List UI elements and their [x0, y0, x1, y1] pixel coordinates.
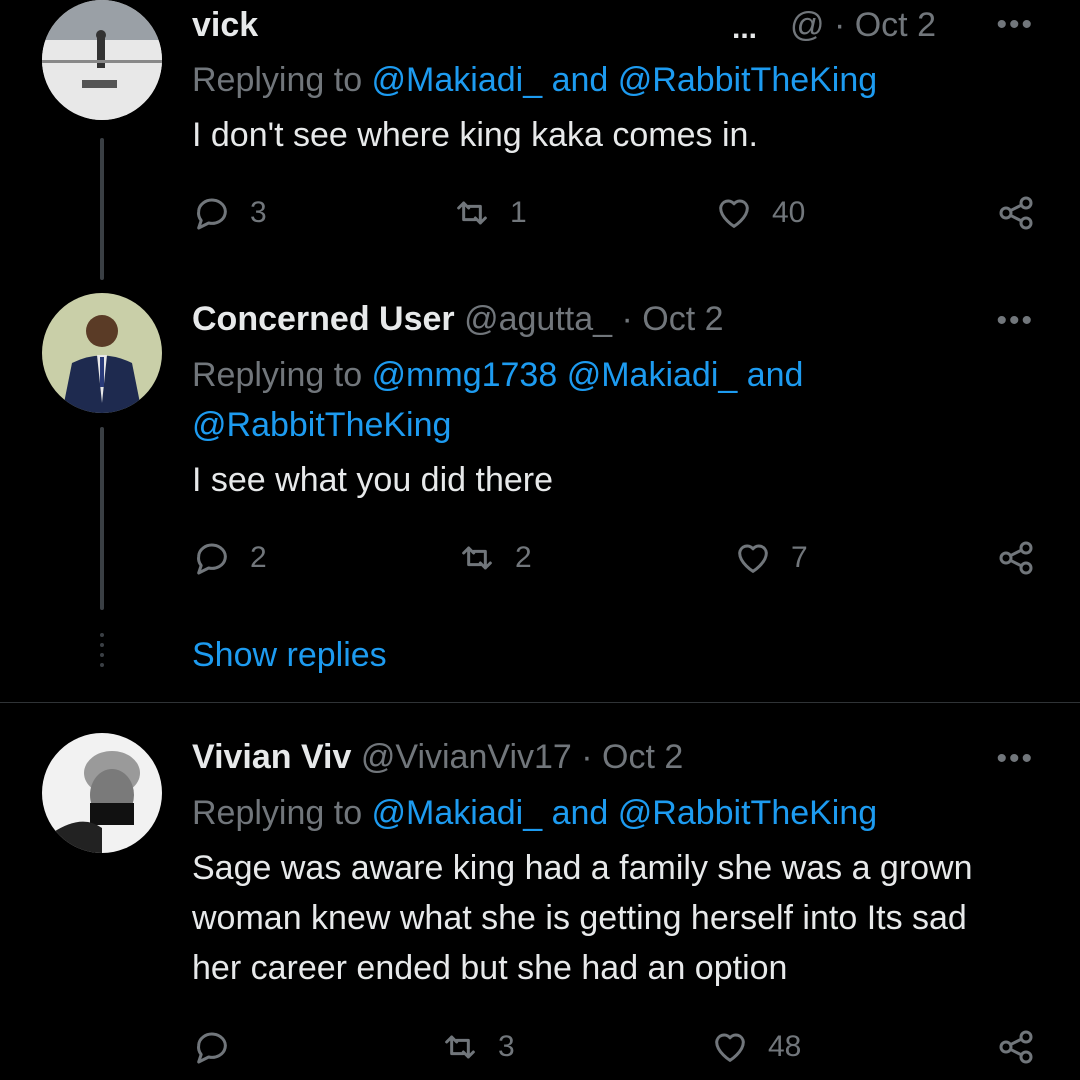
- like-count: 40: [772, 196, 806, 229]
- like-button[interactable]: 48: [710, 1027, 801, 1067]
- reply-context: Replying to @Makiadi_ and @RabbitTheKing: [192, 60, 877, 100]
- tweet-text-line: woman knew what she is getting herself i…: [192, 899, 967, 937]
- heart-icon: [719, 199, 749, 228]
- tweet-text-line: her career ended but she had an option: [192, 949, 788, 987]
- reply-button[interactable]: 2: [192, 538, 267, 578]
- avatar-boxing-photo: [42, 0, 162, 120]
- author-handle[interactable]: @VivianViv17: [361, 738, 572, 776]
- reply-icon: [197, 543, 227, 575]
- avatar-concerned-user[interactable]: [42, 293, 162, 413]
- avatar-vick[interactable]: [42, 0, 162, 120]
- show-replies-link[interactable]: Show replies: [192, 635, 387, 675]
- replying-to-label: Replying to: [192, 61, 372, 99]
- retweet-count: 1: [510, 196, 527, 229]
- reply-context: Replying to @mmg1738 @Makiadi_ and: [192, 355, 803, 395]
- reply-context: Replying to @Makiadi_ and @RabbitTheKing: [192, 793, 877, 833]
- like-button[interactable]: 40: [714, 193, 805, 233]
- share-button[interactable]: [996, 193, 1036, 233]
- handle-date: @ · Oct 2: [790, 5, 936, 45]
- share-icon: [999, 196, 1033, 230]
- reply-context-continued: @RabbitTheKing: [192, 405, 451, 445]
- like-count: 7: [791, 541, 808, 574]
- tweet-date[interactable]: · Oct 2: [622, 300, 724, 338]
- retweet-count: 2: [515, 541, 532, 574]
- reply-button[interactable]: 3: [192, 193, 267, 233]
- retweet-icon: [457, 201, 487, 225]
- tweet-header: Concerned User @agutta_ · Oct 2: [192, 299, 724, 339]
- reply-count: 3: [250, 196, 267, 229]
- reply-icon: [197, 198, 227, 230]
- reply-icon: [197, 1032, 227, 1064]
- author-name[interactable]: Concerned User: [192, 300, 455, 338]
- share-button[interactable]: [996, 538, 1036, 578]
- reply-mentions[interactable]: @Makiadi_ and @RabbitTheKing: [372, 61, 878, 99]
- reply-mentions[interactable]: @mmg1738 @Makiadi_ and: [372, 356, 804, 394]
- reply-count: 2: [250, 541, 267, 574]
- tweet-text-line: Sage was aware king had a family she was…: [192, 849, 973, 887]
- tweet-text: I don't see where king kaka comes in.: [192, 116, 758, 154]
- retweet-button[interactable]: 2: [457, 538, 532, 578]
- reply-mentions[interactable]: @Makiadi_ and @RabbitTheKing: [372, 794, 878, 832]
- thread-line: [100, 138, 104, 280]
- share-icon: [999, 1030, 1033, 1064]
- retweet-count: 3: [498, 1030, 515, 1063]
- avatar-portrait-photo: [42, 293, 162, 413]
- retweet-button[interactable]: 1: [452, 193, 527, 233]
- thread-line: [100, 427, 104, 610]
- avatar-bw-photo: [42, 733, 162, 853]
- heart-icon: [738, 544, 768, 573]
- like-count: 48: [768, 1030, 802, 1063]
- tweet-header: vick: [192, 5, 258, 45]
- tweet-date[interactable]: · Oct 2: [581, 738, 683, 776]
- share-icon: [999, 541, 1033, 575]
- avatar-vivian-viv[interactable]: [42, 733, 162, 853]
- tweet-text: I see what you did there: [192, 461, 554, 499]
- like-button[interactable]: 7: [733, 538, 808, 578]
- ellipsis: ...: [732, 12, 758, 45]
- author-handle[interactable]: @agutta_: [464, 300, 612, 338]
- reply-mentions[interactable]: @RabbitTheKing: [192, 406, 451, 444]
- divider: [0, 702, 1080, 703]
- replying-to-label: Replying to: [192, 356, 372, 394]
- thread-dots: [100, 633, 104, 673]
- tweet-header: Vivian Viv @VivianViv17 · Oct 2: [192, 737, 683, 777]
- author-name[interactable]: Vivian Viv: [192, 738, 351, 776]
- replying-to-label: Replying to: [192, 794, 372, 832]
- heart-icon: [715, 1033, 745, 1062]
- retweet-button[interactable]: 3: [440, 1027, 515, 1067]
- tweet-date[interactable]: · Oct 2: [834, 6, 936, 44]
- share-button[interactable]: [996, 1027, 1036, 1067]
- retweet-icon: [462, 546, 492, 570]
- retweet-icon: [445, 1035, 475, 1059]
- reply-button[interactable]: [192, 1027, 232, 1067]
- more-options-icon[interactable]: •••: [996, 8, 1034, 42]
- author-handle[interactable]: @: [790, 6, 825, 44]
- more-options-icon[interactable]: •••: [996, 742, 1034, 776]
- tweet-text: Sage was aware king had a family she was…: [192, 843, 1052, 993]
- more-options-icon[interactable]: •••: [996, 304, 1034, 338]
- author-name[interactable]: vick: [192, 6, 258, 44]
